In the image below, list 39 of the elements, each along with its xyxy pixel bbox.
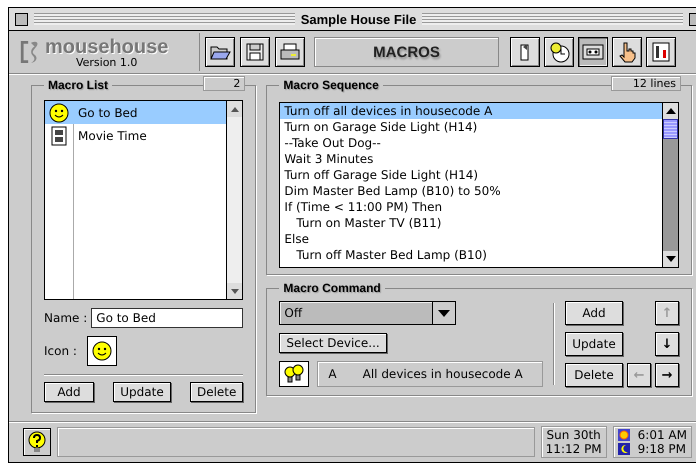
sequence-line[interactable]: If (Time < 11:00 PM) Then [280,199,662,215]
macro-list-item[interactable]: Go to Bed [45,101,226,124]
macro-list-button[interactable]: Update [113,382,171,402]
window-title: Sample House File [300,12,416,26]
name-field[interactable]: Go to Bed [91,308,244,328]
sequence-line[interactable]: Turn off Garage Side Light (H14) [280,167,662,183]
macro-count: 2 [203,76,246,91]
sequence-line[interactable]: --Take Out Dog-- [280,135,662,151]
macro-list-button[interactable]: Delete [190,382,244,402]
sequence-line[interactable]: Else [280,231,662,247]
sequence-line[interactable]: Wait 3 Minutes [280,151,662,167]
date-text: Sun 30th [546,428,601,442]
command-button[interactable]: Delete [565,363,623,387]
line-count: 12 lines [611,76,681,91]
sequence-line[interactable]: Turn on Garage Side Light (H14) [280,119,662,135]
command-button[interactable]: Update [565,332,623,356]
panel-title: Macro Sequence [282,78,380,92]
sequence-line[interactable]: Turn on Master TV (B11) [280,215,662,231]
sunset-time: 9:18 PM [638,442,686,456]
macro-list-item[interactable]: Movie Time [45,124,226,147]
sunrise-time: 6:01 AM [638,428,687,442]
command-button[interactable]: Add [565,301,623,325]
version-text: Version 1.0 [76,56,138,68]
section-title: MACROS [314,37,499,67]
command-dropdown[interactable]: Off [279,301,456,325]
device-code: A [328,367,337,381]
device-description: All devices in housecode A [362,367,523,381]
logo-text: mousehouse [45,36,168,56]
arrow-button[interactable]: → [655,363,679,387]
arrow-button[interactable]: ↓ [655,332,679,356]
select-device-button[interactable]: Select Device... [279,333,387,353]
time-text: 11:12 PM [546,442,602,456]
macro-list-button[interactable]: Add [44,382,94,402]
panel-title: Macro List [47,78,110,92]
sequence-line[interactable]: Dim Master Bed Lamp (B10) to 50% [280,183,662,199]
icon-label: Icon : [44,344,77,358]
name-label: Name : [44,311,88,325]
sequence-line[interactable]: Turn off Master Bed Lamp (B10) [280,247,662,263]
panel-title: Macro Command [282,281,382,295]
